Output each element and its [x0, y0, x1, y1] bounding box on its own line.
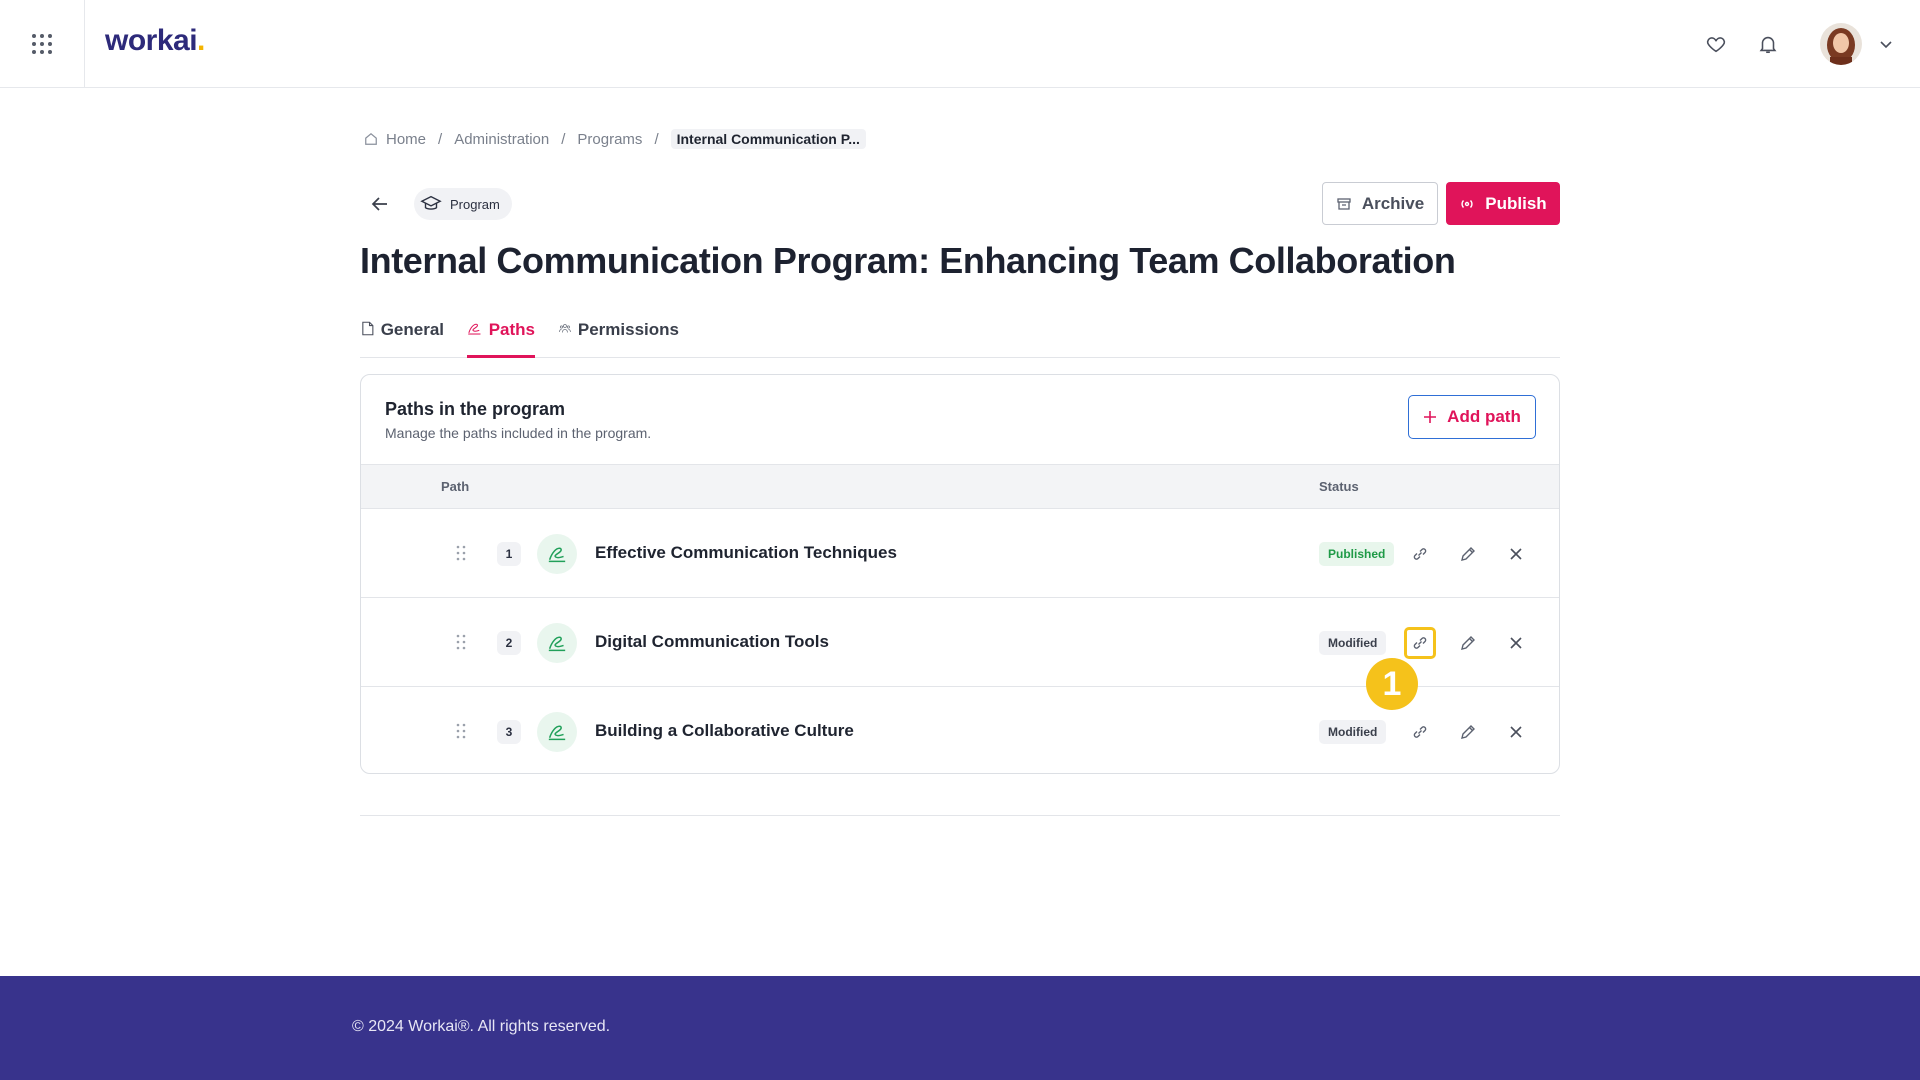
- users-icon: [559, 324, 571, 333]
- drag-handle-icon: [456, 634, 466, 650]
- remove-button[interactable]: [1500, 627, 1532, 659]
- path-name[interactable]: Effective Communication Techniques: [595, 543, 897, 563]
- bell-icon: [1759, 36, 1777, 54]
- drag-handle[interactable]: [451, 543, 471, 563]
- link-icon: [1413, 548, 1427, 560]
- document-icon: [362, 321, 374, 336]
- card-subtitle: Manage the paths included in the program…: [385, 425, 652, 441]
- link-icon: [1413, 726, 1427, 738]
- drag-handle-icon: [456, 545, 466, 561]
- status-badge: Published: [1319, 542, 1395, 566]
- add-path-button[interactable]: Add path: [1408, 395, 1536, 439]
- archive-icon: [1337, 197, 1351, 210]
- logo-dot: .: [197, 24, 205, 57]
- drag-handle[interactable]: [451, 721, 471, 741]
- publish-button[interactable]: Publish: [1446, 182, 1560, 225]
- edit-button[interactable]: [1452, 627, 1484, 659]
- graduation-cap-icon: [420, 195, 442, 210]
- path-icon-badge: [537, 623, 577, 663]
- heart-icon: [1706, 37, 1726, 53]
- path-icon-badge: [537, 712, 577, 752]
- footer: © 2024 Workai®. All rights reserved.: [0, 976, 1920, 1080]
- edit-button[interactable]: [1452, 538, 1484, 570]
- breadcrumb-separator: /: [654, 130, 659, 148]
- breadcrumb-current: Internal Communication P...: [670, 129, 866, 149]
- remove-button[interactable]: [1500, 716, 1532, 748]
- archive-label: Archive: [1361, 193, 1425, 213]
- table-row: 1 Effective Communication Techniques Pub…: [361, 509, 1559, 598]
- column-header-status: Status: [1319, 479, 1359, 494]
- tab-label: Paths: [488, 320, 535, 339]
- pencil-icon: [1461, 547, 1475, 561]
- remove-button[interactable]: [1500, 538, 1532, 570]
- paths-card: Paths in the program Manage the paths in…: [360, 374, 1560, 774]
- apps-grid-icon: [32, 33, 52, 54]
- annotation-marker: 1: [1366, 658, 1418, 710]
- link-button[interactable]: [1404, 538, 1436, 570]
- path-icon: [548, 725, 566, 741]
- card-title: Paths in the program: [385, 399, 566, 419]
- add-path-label: Add path: [1447, 407, 1521, 426]
- program-type-label: Program: [450, 196, 500, 212]
- edit-button[interactable]: [1452, 716, 1484, 748]
- program-type-chip: Program: [414, 188, 512, 220]
- arrow-left-icon: [371, 197, 387, 211]
- home-icon: [365, 132, 377, 145]
- account-menu-toggle[interactable]: [1876, 34, 1896, 54]
- breadcrumb-label: Home: [386, 130, 427, 148]
- path-icon: [548, 636, 566, 652]
- copyright-text: © 2024 Workai®. All rights reserved.: [352, 1018, 611, 1035]
- drag-handle-icon: [456, 723, 466, 739]
- path-name[interactable]: Digital Communication Tools: [595, 632, 829, 652]
- page-title: Internal Communication Program: Enhancin…: [360, 240, 1456, 281]
- close-icon: [1510, 726, 1522, 738]
- top-bar: workai.: [0, 0, 1920, 88]
- link-button[interactable]: [1404, 716, 1436, 748]
- breadcrumb-programs[interactable]: Programs: [577, 131, 642, 148]
- pencil-icon: [1461, 636, 1475, 650]
- chevron-down-icon: [1880, 41, 1892, 49]
- publish-label: Publish: [1485, 193, 1547, 213]
- close-icon: [1510, 548, 1522, 560]
- tab-permissions[interactable]: Permissions: [559, 312, 679, 358]
- workai-logo[interactable]: workai.: [105, 24, 205, 58]
- avatar[interactable]: [1820, 23, 1862, 65]
- back-button[interactable]: [366, 190, 394, 218]
- apps-grid-button[interactable]: [0, 0, 85, 87]
- favorites-button[interactable]: [1702, 30, 1730, 58]
- section-divider: [360, 815, 1560, 816]
- tabs: General Paths Permissions: [360, 312, 1560, 358]
- link-icon: [1413, 637, 1427, 649]
- drag-handle[interactable]: [451, 632, 471, 652]
- user-avatar-image: [1820, 23, 1862, 65]
- pencil-icon: [1461, 725, 1475, 739]
- link-button[interactable]: [1404, 627, 1436, 659]
- path-icon-badge: [537, 534, 577, 574]
- logo-text: workai: [105, 24, 198, 57]
- row-index: 1: [497, 542, 521, 566]
- row-index: 3: [497, 720, 521, 744]
- notifications-button[interactable]: [1754, 30, 1782, 58]
- tab-paths[interactable]: Paths: [467, 312, 535, 358]
- breadcrumb-separator: /: [561, 130, 566, 148]
- path-name[interactable]: Building a Collaborative Culture: [595, 721, 854, 741]
- table-header: Path Status: [361, 464, 1559, 509]
- broadcast-icon: [1461, 199, 1473, 208]
- plus-icon: [1424, 411, 1437, 423]
- path-icon: [468, 323, 481, 335]
- status-badge: Modified: [1319, 720, 1387, 744]
- column-header-path: Path: [441, 479, 470, 494]
- breadcrumb-home[interactable]: Home: [364, 131, 426, 148]
- path-icon: [548, 547, 566, 563]
- row-index: 2: [497, 631, 521, 655]
- close-icon: [1510, 637, 1522, 649]
- archive-button[interactable]: Archive: [1322, 182, 1438, 225]
- status-badge: Modified: [1319, 631, 1387, 655]
- tab-general[interactable]: General: [362, 312, 444, 358]
- tab-label: General: [380, 320, 444, 339]
- breadcrumb-administration[interactable]: Administration: [454, 131, 549, 148]
- tab-label: Permissions: [577, 320, 679, 339]
- breadcrumb: Home / Administration / Programs / Inter…: [364, 128, 866, 150]
- breadcrumb-separator: /: [438, 130, 443, 148]
